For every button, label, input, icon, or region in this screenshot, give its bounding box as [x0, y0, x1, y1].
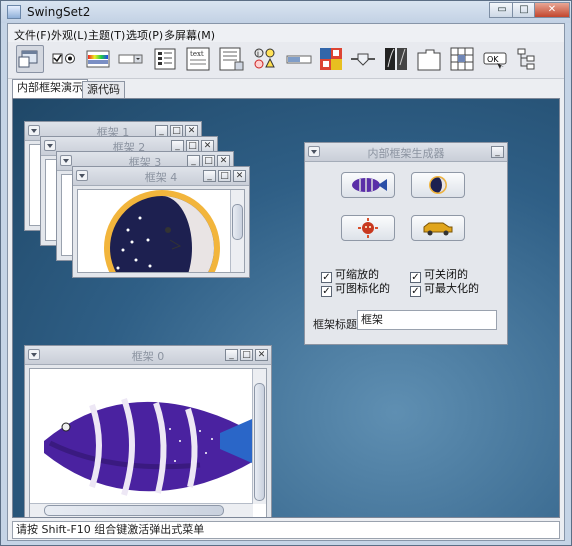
tabbed-pane-icon[interactable]: [415, 45, 443, 73]
menu-options[interactable]: 选项(P): [126, 27, 163, 43]
frame-0-horizontal-scrollbar[interactable]: [30, 503, 253, 517]
tab-internal-frame-demo[interactable]: 内部框架演示: [12, 79, 88, 99]
checkbox-iconifiable[interactable]: ✓ 可图标化的: [321, 280, 390, 297]
list-icon[interactable]: i: [251, 45, 279, 73]
svg-text:i: i: [257, 50, 259, 58]
frame-title-label: 框架标题:: [313, 318, 361, 331]
menu-bar: 文件(F) 外观(L) 主题(T) 选项(P) 多屏幕(M): [8, 24, 564, 42]
title-bar: SwingSet2 ▭ □ ✕: [1, 1, 571, 23]
create-moon-frame-button[interactable]: [411, 172, 465, 198]
split-pane-icon[interactable]: [382, 45, 410, 73]
desktop-pane: 框架 1 _ □ ✕ 框架 2 _ □ ✕ 框架 3 _ □ ✕ 框架 4 _ …: [12, 98, 560, 518]
frame-0-maximize-button[interactable]: □: [240, 349, 253, 361]
create-sun-frame-button[interactable]: [341, 215, 395, 241]
svg-text:text: text: [190, 50, 204, 58]
client-area: 文件(F) 外观(L) 主题(T) 选项(P) 多屏幕(M) text i OK…: [7, 23, 565, 541]
scroll-thumb[interactable]: [254, 383, 265, 501]
app-icon: [7, 5, 21, 19]
tab-source-code[interactable]: 源代码: [82, 81, 125, 99]
tab-strip: 内部框架演示 源代码: [8, 79, 564, 99]
menu-look[interactable]: 外观(L): [51, 27, 88, 43]
check-icon: ✓: [410, 286, 421, 297]
fish-image: [44, 397, 266, 496]
create-fish-frame-button[interactable]: [341, 172, 395, 198]
frame-4-maximize-button[interactable]: □: [218, 170, 231, 182]
menu-multiscreen[interactable]: 多屏幕(M): [164, 27, 215, 43]
fish-icon: [352, 178, 387, 192]
internal-frame-icon[interactable]: [16, 45, 44, 73]
internal-frame-0[interactable]: 框架 0 _ □ ✕: [24, 345, 272, 517]
scroll-thumb[interactable]: [232, 204, 243, 240]
frame-title-input[interactable]: 框架: [357, 310, 497, 330]
combobox-icon[interactable]: [118, 45, 144, 73]
sun-icon: [358, 218, 378, 238]
tooltip-icon[interactable]: OK: [481, 45, 509, 73]
editor-pane-icon[interactable]: text: [184, 45, 212, 73]
frame-0-minimize-button[interactable]: _: [225, 349, 238, 361]
frame-0-close-button[interactable]: ✕: [255, 349, 268, 361]
table-icon[interactable]: [448, 45, 476, 73]
create-cab-frame-button[interactable]: [411, 215, 465, 241]
svg-text:OK: OK: [487, 55, 499, 64]
frame-0-content: [29, 368, 267, 517]
generator-titlebar[interactable]: 内部框架生成器 _: [305, 143, 507, 162]
close-button[interactable]: ✕: [534, 2, 570, 18]
toolbar: text i OK: [8, 42, 564, 79]
tree-icon[interactable]: [514, 45, 542, 73]
html-icon[interactable]: [217, 45, 245, 73]
internal-frame-4[interactable]: 框架 4 _ □ ✕: [72, 166, 250, 278]
progress-bar-icon[interactable]: [285, 45, 313, 73]
menu-file[interactable]: 文件(F): [14, 27, 51, 43]
status-bar: 请按 Shift-F10 组合键激活弹出式菜单: [12, 521, 560, 539]
window-title: SwingSet2: [27, 5, 91, 19]
moon-image: [104, 190, 220, 272]
cab-icon: [423, 222, 453, 236]
frame-0-titlebar[interactable]: 框架 0 _ □ ✕: [25, 346, 271, 365]
generator-title: 内部框架生成器: [367, 147, 445, 160]
color-chooser-icon[interactable]: [84, 45, 112, 73]
frame-4-titlebar[interactable]: 框架 4 _ □ ✕: [73, 167, 249, 186]
menu-theme[interactable]: 主题(T): [88, 27, 125, 43]
moon-icon: [429, 176, 447, 194]
file-chooser-icon[interactable]: [151, 45, 179, 73]
frame-4-vertical-scrollbar[interactable]: [230, 190, 244, 272]
frame-generator-panel[interactable]: 内部框架生成器 _ ✓ 可缩放的 ✓ 可关闭的 ✓ 可图标化的 ✓ 可最大化的 …: [304, 142, 508, 345]
frame-4-minimize-button[interactable]: _: [203, 170, 216, 182]
frame-0-vertical-scrollbar[interactable]: [252, 369, 266, 504]
slider-icon[interactable]: [349, 45, 377, 73]
scroll-pane-icon[interactable]: [317, 45, 345, 73]
scroll-thumb[interactable]: [44, 505, 224, 516]
check-icon: ✓: [321, 286, 332, 297]
checkbox-maximizable[interactable]: ✓ 可最大化的: [410, 280, 479, 297]
generator-minimize-button[interactable]: _: [491, 146, 504, 158]
frame-4-content: [77, 189, 245, 273]
frame-4-close-button[interactable]: ✕: [233, 170, 246, 182]
app-window: SwingSet2 ▭ □ ✕ 文件(F) 外观(L) 主题(T) 选项(P) …: [0, 0, 572, 546]
maximize-button[interactable]: □: [512, 2, 536, 18]
checkbox-radio-icon[interactable]: [50, 45, 78, 73]
